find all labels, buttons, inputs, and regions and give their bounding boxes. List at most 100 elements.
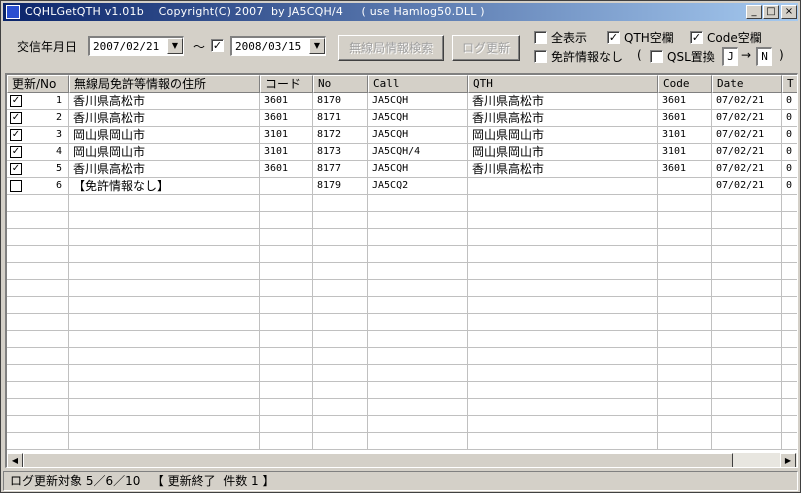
row-number: 3 (55, 129, 62, 140)
table-row[interactable]: ✓ 5 香川県高松市 3601 8177 JA5CQH 香川県高松市 3601 07/02/21… (7, 161, 797, 178)
qth-cell (468, 297, 658, 314)
license-address-cell (69, 195, 260, 212)
column-header-code[interactable]: コード (260, 75, 313, 93)
close-button[interactable]: × (781, 5, 797, 19)
no-license-label: 免許情報なし (551, 50, 624, 64)
row-update-checkbox[interactable] (10, 180, 22, 192)
license-address-cell (69, 416, 260, 433)
log-update-button[interactable]: ログ更新 (452, 35, 520, 61)
qsl-replace-from-input[interactable]: J (722, 47, 738, 66)
main-window: CQHLGetQTH v1.01b Copyright(C) 2007 by J… (0, 0, 801, 493)
table-row[interactable] (7, 280, 797, 297)
table-row[interactable]: 6 【免許情報なし】 8179 JA5CQ2 07/02/21 0 (7, 178, 797, 195)
no-cell: 8179 (313, 178, 368, 195)
qsl-replace-to-input[interactable]: N (756, 47, 772, 66)
license-address-cell (69, 314, 260, 331)
row-update-checkbox[interactable]: ✓ (10, 129, 22, 141)
call-cell (368, 382, 468, 399)
no-cell (313, 348, 368, 365)
table-row[interactable] (7, 348, 797, 365)
horizontal-scrollbar[interactable]: ◀ ▶ (7, 453, 797, 467)
scroll-right-icon[interactable]: ▶ (780, 453, 796, 467)
date-cell (712, 433, 782, 450)
column-header-qth[interactable]: QTH (468, 75, 658, 93)
maximize-button[interactable]: □ (763, 5, 779, 19)
column-header-call[interactable]: Call (368, 75, 468, 93)
update-no-cell (7, 433, 69, 450)
date-cell: 07/02/21 (712, 93, 782, 110)
table-row[interactable] (7, 212, 797, 229)
column-header-t[interactable]: T (782, 75, 797, 93)
table-row[interactable] (7, 246, 797, 263)
date-cell (712, 263, 782, 280)
date-from-dropdown-icon[interactable]: ▼ (167, 38, 183, 54)
station-search-button[interactable]: 無線局情報検索 (338, 35, 444, 61)
qth-cell (468, 399, 658, 416)
no-cell (313, 382, 368, 399)
code2-cell (658, 229, 712, 246)
show-all-label: 全表示 (551, 31, 588, 45)
table-row[interactable] (7, 263, 797, 280)
title-bar[interactable]: CQHLGetQTH v1.01b Copyright(C) 2007 by J… (3, 3, 798, 21)
show-all-checkbox[interactable] (534, 31, 547, 44)
license-address-cell: 香川県高松市 (69, 110, 260, 127)
date-cell (712, 314, 782, 331)
table-row[interactable]: ✓ 4 岡山県岡山市 3101 8173 JA5CQH/4 岡山県岡山市 3101 07/02/… (7, 144, 797, 161)
scroll-left-icon[interactable]: ◀ (7, 453, 23, 467)
code2-cell: 3601 (658, 110, 712, 127)
update-no-cell (7, 348, 69, 365)
qsl-replace-checkbox[interactable] (650, 50, 663, 63)
code-cell: 3601 (260, 110, 313, 127)
no-cell (313, 263, 368, 280)
column-header-update-no[interactable]: 更新/No (7, 75, 69, 93)
table-row[interactable] (7, 365, 797, 382)
table-row[interactable] (7, 229, 797, 246)
results-grid[interactable]: 更新/No 無線局免許等情報の住所 コード No Call QTH Code D… (5, 73, 798, 468)
update-no-cell (7, 263, 69, 280)
qth-blank-checkbox[interactable]: ✓ (607, 31, 620, 44)
table-row[interactable] (7, 314, 797, 331)
call-cell (368, 246, 468, 263)
call-cell: JA5CQH (368, 127, 468, 144)
table-row[interactable]: ✓ 2 香川県高松市 3601 8171 JA5CQH 香川県高松市 3601 07/02/21… (7, 110, 797, 127)
table-row[interactable] (7, 433, 797, 450)
call-cell (368, 314, 468, 331)
table-row[interactable] (7, 399, 797, 416)
table-row[interactable]: ✓ 3 岡山県岡山市 3101 8172 JA5CQH 岡山県岡山市 3101 07/02/21… (7, 127, 797, 144)
row-update-checkbox[interactable]: ✓ (10, 146, 22, 158)
date-to-enable-checkbox[interactable]: ✓ (211, 39, 224, 52)
table-row[interactable] (7, 416, 797, 433)
table-row[interactable]: ✓ 1 香川県高松市 3601 8170 JA5CQH 香川県高松市 3601 07/02/21… (7, 93, 797, 110)
call-cell: JA5CQH/4 (368, 144, 468, 161)
row-update-checkbox[interactable]: ✓ (10, 95, 22, 107)
column-header-no[interactable]: No (313, 75, 368, 93)
table-row[interactable] (7, 331, 797, 348)
code-blank-checkbox[interactable]: ✓ (690, 31, 703, 44)
column-header-date[interactable]: Date (712, 75, 782, 93)
t-cell (782, 382, 797, 399)
date-to-dropdown-icon[interactable]: ▼ (309, 38, 325, 54)
qth-cell: 香川県高松市 (468, 110, 658, 127)
qth-cell (468, 314, 658, 331)
t-cell (782, 229, 797, 246)
app-icon[interactable] (6, 5, 20, 19)
date-cell (712, 280, 782, 297)
date-cell: 07/02/21 (712, 127, 782, 144)
date-cell (712, 348, 782, 365)
t-cell (782, 365, 797, 382)
no-license-checkbox[interactable] (534, 50, 547, 63)
row-update-checkbox[interactable]: ✓ (10, 112, 22, 124)
scroll-thumb[interactable] (23, 453, 733, 467)
row-update-checkbox[interactable]: ✓ (10, 163, 22, 175)
license-address-cell: 岡山県岡山市 (69, 127, 260, 144)
column-header-license-address[interactable]: 無線局免許等情報の住所 (69, 75, 260, 93)
column-header-code2[interactable]: Code (658, 75, 712, 93)
license-address-cell (69, 433, 260, 450)
table-row[interactable] (7, 195, 797, 212)
minimize-button[interactable]: _ (746, 5, 762, 19)
date-cell (712, 195, 782, 212)
license-address-cell (69, 399, 260, 416)
table-row[interactable] (7, 297, 797, 314)
table-row[interactable] (7, 382, 797, 399)
code-cell (260, 263, 313, 280)
